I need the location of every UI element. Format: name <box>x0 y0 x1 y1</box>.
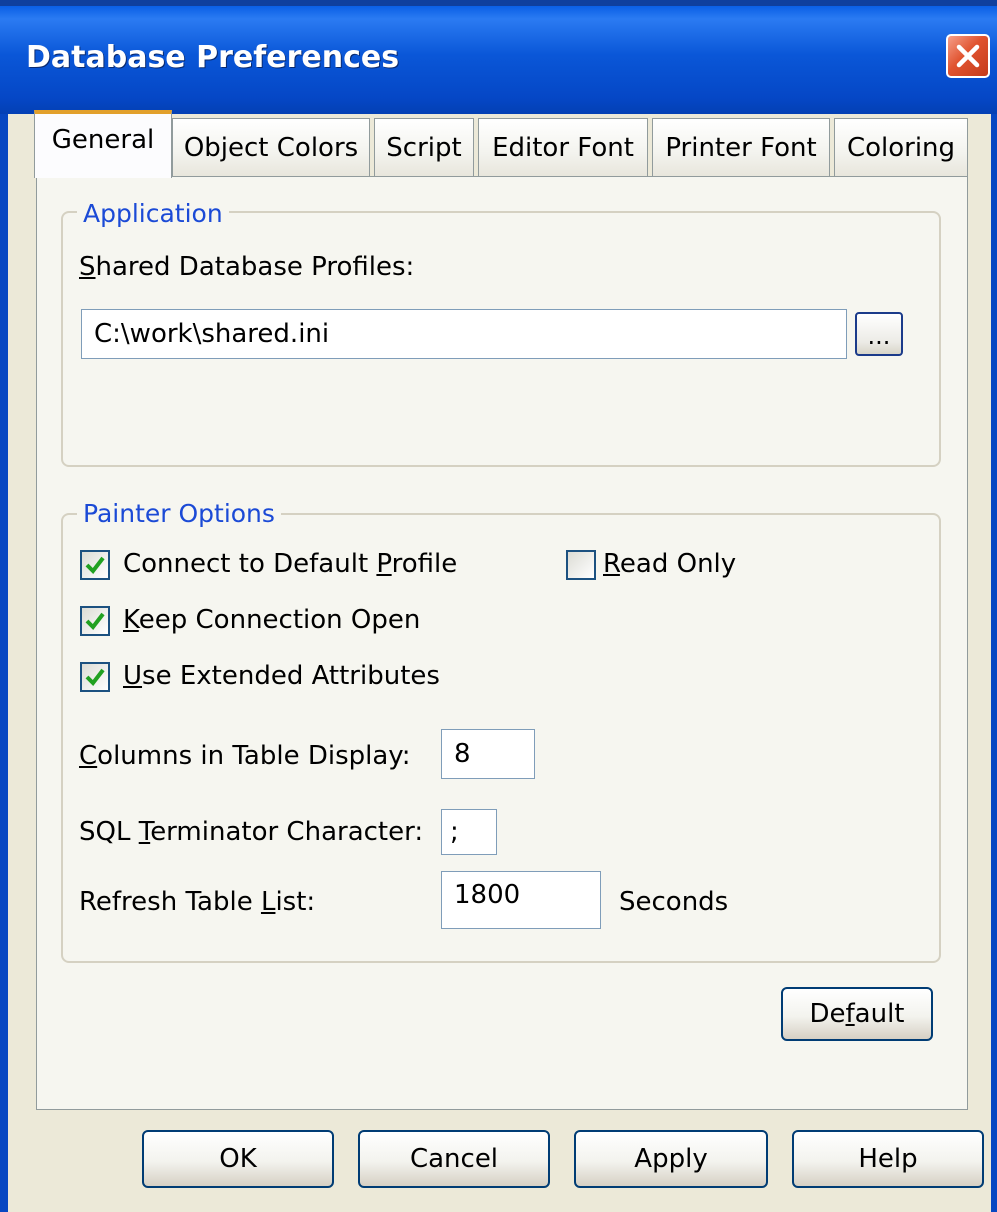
sql-terminator-label-mnemonic: T <box>138 817 151 847</box>
tab-editor-font[interactable]: Editor Font <box>478 118 648 176</box>
read-only-label-post: ead Only <box>619 549 737 579</box>
tab-coloring[interactable]: Coloring <box>834 118 968 176</box>
extended-attributes-label-post: se Extended Attributes <box>142 661 440 691</box>
connect-default-label-post: rofile <box>391 549 458 579</box>
title-bar: Database Preferences <box>0 0 997 114</box>
sql-terminator-input[interactable]: ; <box>441 809 497 855</box>
shared-profiles-input[interactable]: C:\work\shared.ini <box>81 309 847 359</box>
shared-profiles-label-mnemonic: S <box>79 252 96 282</box>
connect-default-label-pre: Connect to Default <box>123 549 377 579</box>
sql-terminator-label: SQL Terminator Character: <box>79 817 423 847</box>
close-button[interactable] <box>946 34 990 78</box>
extended-attributes-label: Use Extended Attributes <box>123 661 440 691</box>
painter-options-legend: Painter Options <box>77 499 281 528</box>
apply-button[interactable]: Apply <box>574 1130 768 1188</box>
tab-coloring-label: Coloring <box>846 132 956 163</box>
refresh-list-label-mnemonic: L <box>260 887 276 917</box>
tab-general-label: General <box>51 125 155 155</box>
default-button-pre: De <box>809 999 846 1029</box>
tab-general[interactable]: General <box>34 110 172 178</box>
default-button-mnemonic: f <box>845 999 855 1029</box>
shared-profiles-label: Shared Database Profiles: <box>79 252 414 282</box>
close-icon <box>956 44 980 68</box>
connect-default-label-mnemonic: P <box>376 549 392 579</box>
connect-default-checkbox[interactable] <box>80 550 110 580</box>
sql-terminator-label-pre: SQL <box>79 817 139 847</box>
keep-connection-label-mnemonic: K <box>123 605 139 635</box>
tab-object-colors[interactable]: Object Colors <box>172 118 370 176</box>
help-button[interactable]: Help <box>792 1130 984 1188</box>
checkmark-icon <box>85 556 105 575</box>
tab-printer-font[interactable]: Printer Font <box>652 118 830 176</box>
checkmark-icon <box>85 668 105 687</box>
window-border-right <box>991 114 997 1212</box>
connect-default-label: Connect to Default Profile <box>123 549 457 579</box>
tab-script-label: Script <box>386 132 462 163</box>
columns-label-mnemonic: C <box>79 741 98 771</box>
columns-input[interactable]: 8 <box>441 729 535 779</box>
read-only-label-mnemonic: R <box>603 549 620 579</box>
tab-printer-font-label: Printer Font <box>665 132 817 163</box>
keep-connection-label: Keep Connection Open <box>123 605 420 635</box>
extended-attributes-label-mnemonic: U <box>123 661 143 691</box>
ok-button[interactable]: OK <box>142 1130 334 1188</box>
refresh-list-label: Refresh Table List: <box>79 887 315 917</box>
refresh-unit-label: Seconds <box>619 887 729 917</box>
read-only-label: Read Only <box>603 549 736 579</box>
window-title: Database Preferences <box>26 40 400 75</box>
tab-object-colors-label: Object Colors <box>183 132 359 163</box>
refresh-list-label-post: ist: <box>275 887 316 917</box>
columns-label-post: olumns in Table Display: <box>97 741 411 771</box>
keep-connection-checkbox[interactable] <box>80 606 110 636</box>
application-group-legend: Application <box>77 199 229 228</box>
default-button[interactable]: De f ault <box>781 987 933 1041</box>
extended-attributes-checkbox[interactable] <box>80 662 110 692</box>
tab-editor-font-label: Editor Font <box>492 132 634 163</box>
shared-profiles-label-text: hared Database Profiles: <box>95 252 415 282</box>
browse-button[interactable]: ... <box>855 312 903 356</box>
sql-terminator-label-post: erminator Character: <box>150 817 424 847</box>
keep-connection-label-post: eep Connection Open <box>138 605 421 635</box>
tab-panel-general: Application Shared Database Profiles: C:… <box>36 176 968 1110</box>
refresh-list-label-pre: Refresh Table <box>79 887 261 917</box>
refresh-list-input[interactable]: 1800 <box>441 871 601 929</box>
checkmark-icon <box>85 612 105 631</box>
columns-label: Columns in Table Display: <box>79 741 411 771</box>
cancel-button[interactable]: Cancel <box>358 1130 550 1188</box>
window-border-left <box>0 114 8 1212</box>
tab-script[interactable]: Script <box>374 118 474 176</box>
read-only-checkbox[interactable] <box>566 550 596 580</box>
default-button-post: ault <box>854 999 905 1029</box>
